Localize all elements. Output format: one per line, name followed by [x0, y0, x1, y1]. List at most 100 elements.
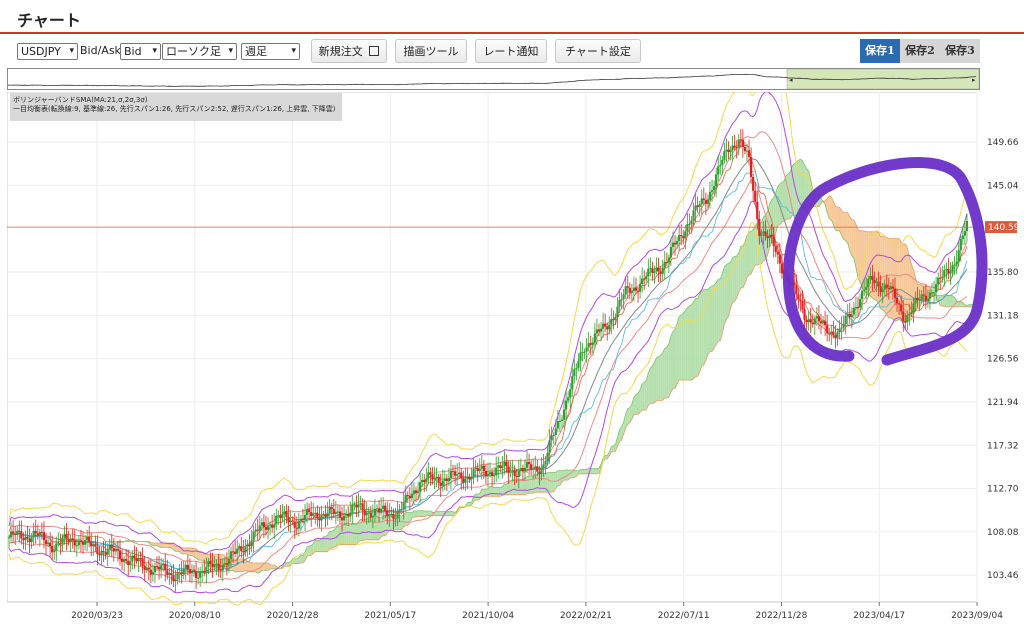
candle-body [814, 319, 816, 325]
candle-body [86, 537, 88, 540]
candle-body [477, 468, 479, 471]
candle-body [152, 572, 154, 575]
cloud-segment [850, 217, 852, 256]
candle-body [57, 543, 59, 544]
candle-body [435, 477, 437, 478]
cloud-segment [500, 487, 502, 497]
candle-body [394, 518, 396, 519]
candle-body [16, 531, 18, 535]
candle-body [888, 288, 890, 289]
candle-body [211, 564, 213, 567]
candle-body [378, 508, 380, 511]
candle-body [512, 471, 514, 472]
save-1-tab[interactable]: 保存1 [860, 39, 900, 63]
candle-body [458, 472, 460, 474]
symbol-select[interactable]: USDJPY ▾ [17, 43, 78, 60]
chart-style-value: ローソク足 [166, 45, 221, 58]
save-3-tab[interactable]: 保存3 [940, 39, 980, 63]
candle-body [666, 262, 668, 263]
navigator-handle-right[interactable]: ▸ [972, 76, 976, 84]
candle-body [577, 361, 579, 368]
candle-body [409, 496, 411, 498]
candle-body [871, 276, 873, 280]
price-tick-label: 108.08 [987, 528, 1019, 538]
chart-navigator[interactable]: ◂ ▸ [7, 68, 980, 90]
timeframe-value: 週足 [245, 45, 267, 58]
senkou-span-b [62, 196, 975, 569]
chart-area[interactable]: 149.66145.04135.80131.18126.56121.94117.… [7, 92, 1024, 624]
save-2-tab[interactable]: 保存2 [900, 39, 940, 63]
cloud-segment [634, 395, 636, 415]
candle-body [22, 538, 24, 540]
cloud-segment [428, 511, 430, 516]
chart-style-select[interactable]: ローソク足 ▾ [162, 43, 237, 60]
candle-body [228, 559, 230, 565]
cloud-segment [644, 380, 646, 410]
candle-body [873, 280, 875, 283]
candle-body [78, 541, 80, 546]
current-price-label: 140.59 [988, 223, 1020, 233]
timeframe-select[interactable]: 週足 ▾ [241, 43, 300, 60]
candle-body [329, 507, 331, 513]
candle-body [263, 522, 265, 527]
cloud-segment [846, 213, 848, 244]
cloud-segment [696, 298, 698, 376]
candle-body [242, 551, 244, 552]
cloud-segment [437, 512, 439, 516]
drawing-tools-button[interactable]: 描画ツール [395, 39, 467, 63]
price-type-select[interactable]: Bid ▾ [120, 43, 161, 60]
cloud-segment [496, 487, 498, 496]
cloud-segment [751, 230, 753, 274]
candle-body [320, 515, 322, 520]
candle-body [563, 410, 565, 420]
candle-body [620, 299, 622, 300]
candle-body [43, 532, 45, 540]
candle-body [335, 512, 337, 514]
candle-body [561, 420, 563, 421]
candle-body [551, 435, 553, 440]
candle-body [226, 563, 228, 565]
candle-body [139, 558, 141, 559]
cloud-segment [490, 486, 492, 496]
candle-body [283, 511, 285, 514]
cloud-segment [667, 344, 669, 398]
candle-body [119, 551, 121, 559]
candle-body [372, 516, 374, 518]
rate-alert-button[interactable]: レート通知 [475, 39, 547, 63]
candle-body [454, 471, 456, 475]
candle-body [232, 551, 234, 552]
candle-body [516, 476, 518, 477]
candle-body [847, 314, 849, 316]
cloud-segment [948, 295, 950, 306]
candle-body [830, 332, 832, 334]
cloud-segment [597, 468, 599, 474]
chart-settings-button[interactable]: チャート設定 [555, 39, 641, 63]
candle-body [111, 545, 113, 548]
candle-body [364, 510, 366, 515]
candle-body [906, 315, 908, 322]
candle-body [131, 556, 133, 562]
cloud-segment [406, 512, 408, 525]
candle-body [96, 547, 98, 555]
cloud-segment [301, 555, 303, 563]
candle-body [590, 343, 592, 345]
cloud-segment [511, 480, 513, 495]
symbol-value: USDJPY [21, 45, 61, 58]
candle-body [113, 548, 115, 551]
cloud-segment [558, 471, 560, 486]
new-order-button[interactable]: 新規注文 [311, 39, 387, 63]
cloud-segment [583, 469, 585, 473]
candle-body [526, 462, 528, 468]
candle-body [489, 472, 491, 474]
candle-body [750, 157, 752, 177]
candle-body [760, 233, 762, 235]
candle-body [734, 146, 736, 148]
candle-body [218, 564, 220, 570]
navigator-handle-left[interactable]: ◂ [789, 76, 793, 84]
candle-body [495, 468, 497, 476]
cloud-segment [663, 348, 665, 400]
cloud-segment [529, 476, 531, 493]
candle-body [230, 551, 232, 559]
candle-body [875, 282, 877, 283]
candle-body [559, 421, 561, 422]
